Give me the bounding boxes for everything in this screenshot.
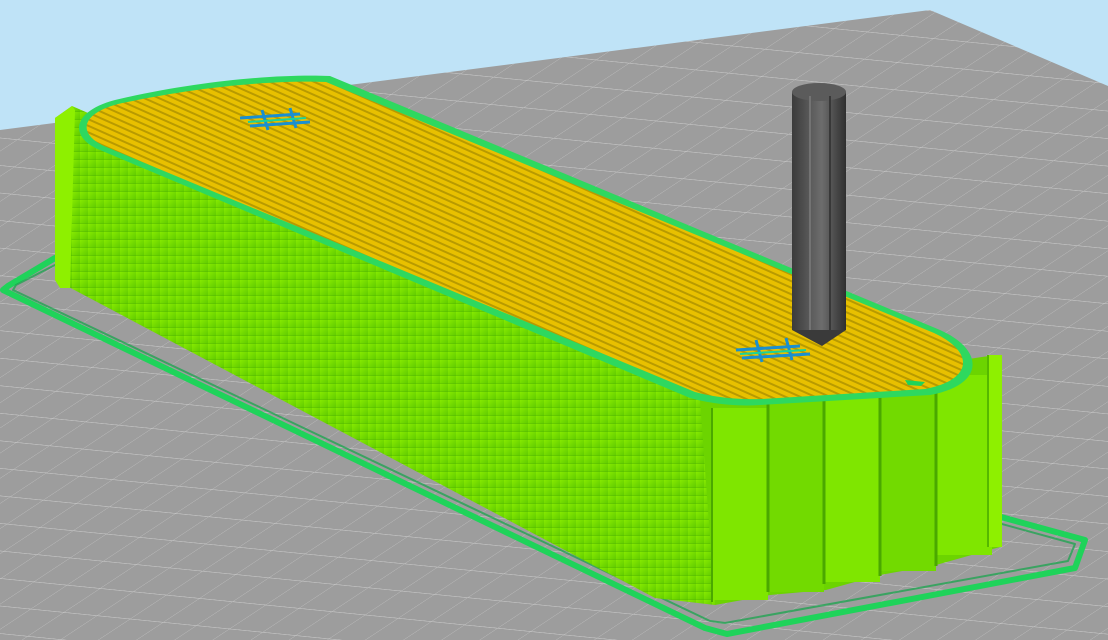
scene-canvas[interactable] <box>0 0 1108 640</box>
3d-viewport[interactable] <box>0 0 1108 640</box>
nozzle-icon <box>792 83 846 346</box>
